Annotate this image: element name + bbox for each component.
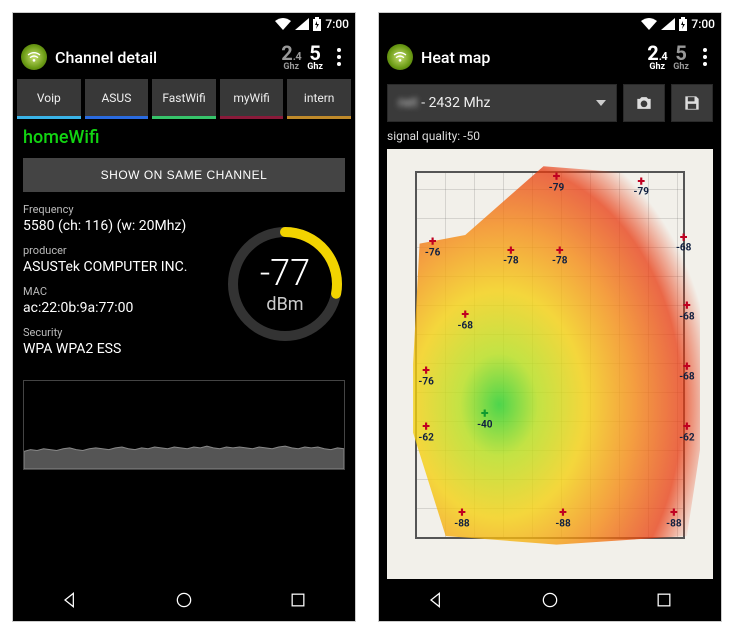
home-button[interactable] [174,590,194,610]
network-tab[interactable]: myWifi [220,79,284,119]
android-nav-bar [379,579,721,621]
app-icon [21,44,47,70]
camera-button[interactable] [623,84,665,122]
battery-icon [313,17,321,31]
producer-label: producer [23,243,225,258]
app-icon [387,44,413,70]
mac-value: ac:22:0b:9a:77:00 [23,299,225,319]
security-label: Security [23,325,225,340]
heatmap-view[interactable]: +-79 +-79 +-76 +-78 +-78 +-68 +-68 +-68 +-76 +-68… [387,149,713,579]
heat-sample-point: +-88 [555,508,570,529]
wifi-icon [641,18,657,30]
detail-text: Frequency 5580 (ch: 116) (w: 20Mhz) prod… [23,202,225,366]
freq-5ghz-toggle[interactable]: 5 Ghz [673,43,689,72]
signal-chart [23,380,345,470]
freq-24ghz-toggle[interactable]: 2.4 Ghz [281,43,301,72]
heat-sample-point: +-76 [425,237,440,258]
title-bar: Channel detail 2.4 Ghz 5 Ghz [13,35,355,79]
producer-value: ASUSTek COMPUTER INC. [23,258,225,278]
home-button[interactable] [540,590,560,610]
phone-heat-map: 7:00 Heat map 2.4 Ghz 5 Ghz net - 2432 M… [378,12,722,622]
android-nav-bar [13,579,355,621]
heat-sample-point: +-79 [634,177,649,198]
save-button[interactable] [671,84,713,122]
selected-network-name: homeWifi [13,119,355,154]
signal-icon [661,18,675,30]
heat-sample-point: +-68 [679,302,694,323]
heat-sample-point: +-78 [552,246,567,267]
security-value: WPA WPA2 ESS [23,340,225,360]
freq-24ghz-toggle[interactable]: 2.4 Ghz [647,43,667,72]
detail-row: Frequency 5580 (ch: 116) (w: 20Mhz) prod… [13,202,355,366]
frequency-value: 5580 (ch: 116) (w: 20Mhz) [23,217,225,237]
heat-sample-point: +-40 [477,409,492,430]
network-tab[interactable]: FastWifi [152,79,216,119]
heat-sample-point: +-88 [454,508,469,529]
back-button[interactable] [426,590,446,610]
heat-sample-point: +-62 [679,422,694,443]
heat-sample-point: +-68 [676,233,691,254]
signal-quality-label: signal quality: -50 [379,127,721,145]
heat-overlay [387,149,713,579]
status-bar: 7:00 [379,13,721,35]
heat-sample-point: +-62 [418,422,433,443]
show-same-channel-button[interactable]: SHOW ON SAME CHANNEL [23,158,345,192]
freq-toggle: 2.4 Ghz 5 Ghz [281,43,323,72]
signal-icon [295,18,309,30]
heat-sample-point: +-76 [418,366,433,387]
heat-sample-point: +-78 [503,246,518,267]
wifi-icon [275,18,291,30]
heat-sample-point: +-79 [549,173,564,194]
mac-label: MAC [23,284,225,299]
network-tabs: VoipASUSFastWifimyWifiintern [13,79,355,119]
dropdown-freq: - 2432 Mhz [418,95,491,111]
network-dropdown[interactable]: net - 2432 Mhz [387,84,617,122]
recents-button[interactable] [654,590,674,610]
status-time: 7:00 [691,17,715,31]
signal-unit: dBm [266,294,303,315]
heat-sample-point: +-68 [458,311,473,332]
network-tab[interactable]: Voip [17,79,81,119]
network-tab[interactable]: intern [287,79,351,119]
back-button[interactable] [60,590,80,610]
heat-sample-point: +-88 [666,508,681,529]
freq-5ghz-toggle[interactable]: 5 Ghz [307,43,323,72]
frequency-label: Frequency [23,202,225,217]
battery-icon [679,17,687,31]
title-bar: Heat map 2.4 Ghz 5 Ghz [379,35,721,79]
overflow-menu-icon[interactable] [331,42,347,72]
signal-gauge: -77 dBm [225,224,345,344]
recents-button[interactable] [288,590,308,610]
signal-value: -77 [260,252,310,294]
status-bar: 7:00 [13,13,355,35]
dropdown-network-name: net [398,95,418,111]
network-tab[interactable]: ASUS [85,79,149,119]
overflow-menu-icon[interactable] [697,42,713,72]
page-title: Heat map [421,48,490,67]
freq-toggle: 2.4 Ghz 5 Ghz [647,43,689,72]
phone-channel-detail: 7:00 Channel detail 2.4 Ghz 5 Ghz VoipAS… [12,12,356,622]
page-title: Channel detail [55,48,157,67]
status-time: 7:00 [325,17,349,31]
selector-row: net - 2432 Mhz [379,79,721,127]
chevron-down-icon [596,100,606,106]
heat-sample-point: +-68 [679,362,694,383]
